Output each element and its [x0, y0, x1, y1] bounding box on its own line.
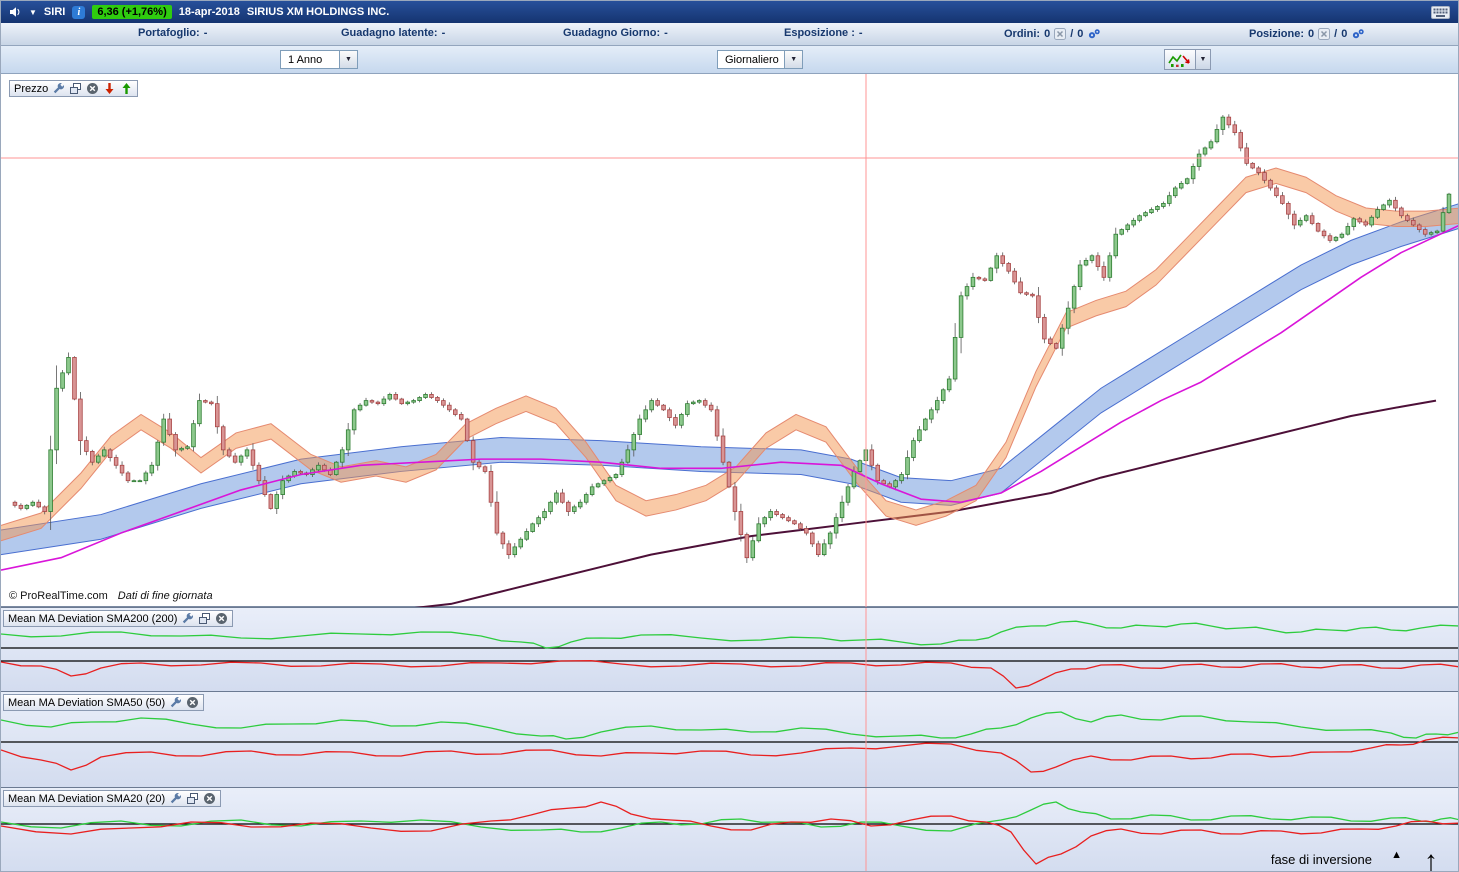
wrench-settings-icon[interactable]	[169, 792, 182, 805]
copyright-line: © ProRealTime.com Dati di fine giornata	[9, 590, 213, 602]
company-name: SIRIUS XM HOLDINGS INC.	[246, 6, 390, 18]
ordini-slash: /	[1070, 27, 1074, 40]
inversion-arrow-large-icon: ↑	[1424, 845, 1438, 872]
close-positions-icon[interactable]	[1318, 27, 1331, 40]
title-bar: ▼ SIRI i 6,36 (+1,76%) 18-apr-2018 SIRIU…	[1, 1, 1458, 23]
indicator-sma50-tab: Mean MA Deviation SMA50 (50)	[3, 694, 205, 711]
symbol-label[interactable]: SIRI	[44, 6, 65, 18]
modify-positions-gears-icon[interactable]	[1351, 27, 1365, 40]
indicator-sma50-title: Mean MA Deviation SMA50 (50)	[8, 696, 166, 709]
chart-type-icon[interactable]	[1165, 50, 1195, 69]
ordini-label: Ordini:	[1004, 27, 1041, 40]
cancel-orders-icon[interactable]	[1054, 27, 1067, 40]
period-select-value: 1 Anno	[288, 53, 323, 66]
move-panel-up-icon[interactable]	[120, 82, 133, 95]
info-icon[interactable]: i	[72, 5, 86, 19]
price-chart-canvas[interactable]	[1, 74, 1459, 607]
indicator-sma200-title: Mean MA Deviation SMA200 (200)	[8, 612, 178, 625]
symbol-dropdown-icon[interactable]: ▼	[29, 8, 37, 17]
end-of-day-note: Dati di fine giornata	[117, 590, 213, 602]
wrench-settings-icon[interactable]	[181, 612, 194, 625]
timeframe-select[interactable]: Giornaliero ▼	[717, 50, 803, 69]
guadagno-latente-label: Guadagno latente:	[341, 27, 438, 39]
close-icon[interactable]	[203, 792, 216, 805]
esposizione-label: Esposizione :	[784, 27, 855, 39]
chart-type-button[interactable]: ▼	[1164, 49, 1211, 70]
quote-date: 18-apr-2018	[178, 6, 240, 18]
orders-item: Ordini: 0 / 0	[1004, 27, 1101, 40]
indicator-panel-sma50: Mean MA Deviation SMA50 (50)	[1, 691, 1459, 788]
posizione-slash: /	[1334, 27, 1338, 40]
indicator-sma200-tab: Mean MA Deviation SMA200 (200)	[3, 610, 234, 627]
price-badge: 6,36 (+1,76%)	[92, 5, 172, 19]
price-panel-title: Prezzo	[14, 82, 49, 95]
indicator-sma20-title: Mean MA Deviation SMA20 (20)	[8, 792, 166, 805]
guadagno-latente-value: -	[441, 27, 446, 39]
move-panel-down-icon[interactable]	[103, 82, 116, 95]
modify-orders-gears-icon[interactable]	[1087, 27, 1101, 40]
portafoglio-value: -	[203, 27, 208, 39]
esposizione-value: -	[858, 27, 863, 39]
ordini-count-2: 0	[1077, 27, 1084, 40]
price-panel: Prezzo © ProRealTime.com Dati di fine gio…	[1, 74, 1458, 607]
portfolio-item: Guadagno latente: -	[341, 27, 445, 39]
chart-type-dropdown-icon[interactable]: ▼	[1195, 50, 1210, 69]
period-select-arrow-icon[interactable]: ▼	[339, 51, 357, 68]
portfolio-bar: Portafoglio: - Guadagno latente: - Guada…	[1, 23, 1458, 46]
timeframe-select-value: Giornaliero	[725, 53, 779, 66]
portafoglio-label: Portafoglio:	[138, 27, 200, 39]
inversion-annotation: fase di inversione	[1270, 852, 1372, 867]
close-icon[interactable]	[86, 82, 99, 95]
posizione-count: 0	[1308, 27, 1315, 40]
portfolio-item: Esposizione : -	[784, 27, 863, 39]
portfolio-item: Guadagno Giorno: -	[563, 27, 668, 39]
timeframe-select-arrow-icon[interactable]: ▼	[784, 51, 802, 68]
portfolio-item: Portafoglio: -	[138, 27, 207, 39]
duplicate-window-icon[interactable]	[198, 612, 211, 625]
close-icon[interactable]	[186, 696, 199, 709]
period-select[interactable]: 1 Anno ▼	[280, 50, 358, 69]
duplicate-window-icon[interactable]	[69, 82, 82, 95]
keyboard-icon[interactable]	[1430, 5, 1450, 19]
guadagno-giorno-label: Guadagno Giorno:	[563, 27, 661, 39]
speaker-icon[interactable]	[9, 6, 22, 19]
prorealtime-window: ▼ SIRI i 6,36 (+1,76%) 18-apr-2018 SIRIU…	[0, 0, 1459, 872]
positions-item: Posizione: 0 / 0	[1249, 27, 1365, 40]
duplicate-window-icon[interactable]	[186, 792, 199, 805]
ordini-count: 0	[1044, 27, 1051, 40]
wrench-settings-icon[interactable]	[169, 696, 182, 709]
copyright-text: © ProRealTime.com	[9, 590, 108, 602]
price-panel-tab: Prezzo	[9, 80, 139, 97]
indicator-sma50-canvas[interactable]	[1, 692, 1459, 788]
guadagno-giorno-value: -	[664, 27, 668, 39]
inversion-arrow-small-icon: ▲	[1391, 849, 1402, 861]
posizione-label: Posizione:	[1249, 27, 1305, 40]
indicator-panel-sma200: Mean MA Deviation SMA200 (200)	[1, 607, 1458, 692]
chart-toolbar: 1 Anno ▼ Giornaliero ▼ ▼	[1, 46, 1458, 74]
posizione-count-2: 0	[1341, 27, 1348, 40]
wrench-settings-icon[interactable]	[52, 82, 65, 95]
close-icon[interactable]	[215, 612, 228, 625]
indicator-panel-sma20: Mean MA Deviation SMA20 (20) fase di inv…	[1, 787, 1458, 872]
indicator-sma20-tab: Mean MA Deviation SMA20 (20)	[3, 790, 222, 807]
